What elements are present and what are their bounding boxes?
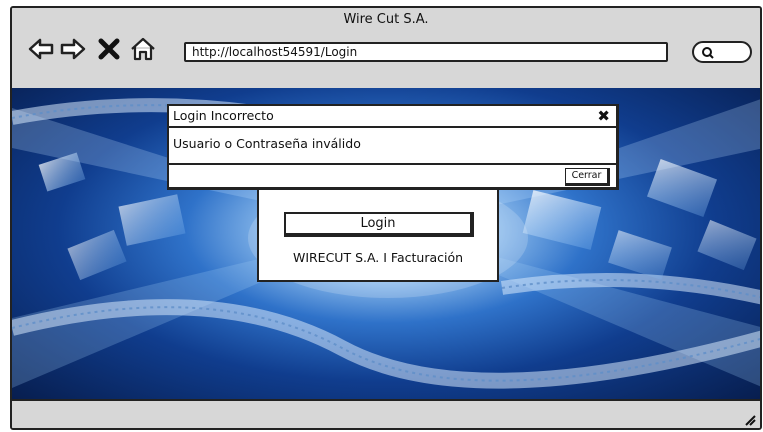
search-icon bbox=[702, 47, 714, 59]
resize-grip-icon[interactable] bbox=[740, 410, 756, 426]
search-button[interactable] bbox=[692, 41, 752, 63]
dialog-title: Login Incorrecto bbox=[173, 108, 274, 123]
login-button[interactable]: Login bbox=[284, 212, 474, 237]
browser-titlebar: Wire Cut S.A. http://localhost54591/Logi… bbox=[12, 8, 760, 90]
dialog-message: Usuario o Contraseña inválido bbox=[173, 136, 361, 151]
url-input[interactable]: http://localhost54591/Login bbox=[184, 42, 668, 62]
forward-button[interactable] bbox=[60, 36, 86, 62]
close-dialog-button[interactable]: Cerrar bbox=[565, 168, 610, 186]
window-title: Wire Cut S.A. bbox=[343, 12, 429, 27]
back-button[interactable] bbox=[28, 36, 54, 62]
close-icon[interactable]: ✖ bbox=[597, 107, 610, 125]
close-icon bbox=[98, 38, 120, 60]
error-dialog: Login Incorrecto ✖ Usuario o Contraseña … bbox=[167, 104, 619, 190]
footer-text: WIRECUT S.A. I Facturación bbox=[292, 250, 464, 265]
home-icon bbox=[131, 37, 155, 61]
status-bar bbox=[12, 399, 760, 428]
home-button[interactable] bbox=[130, 36, 156, 62]
dialog-header: Login Incorrecto ✖ bbox=[169, 106, 616, 128]
dialog-footer: Cerrar bbox=[169, 163, 616, 187]
arrow-right-icon bbox=[60, 38, 86, 60]
stop-button[interactable] bbox=[96, 36, 122, 62]
arrow-left-icon bbox=[28, 38, 54, 60]
